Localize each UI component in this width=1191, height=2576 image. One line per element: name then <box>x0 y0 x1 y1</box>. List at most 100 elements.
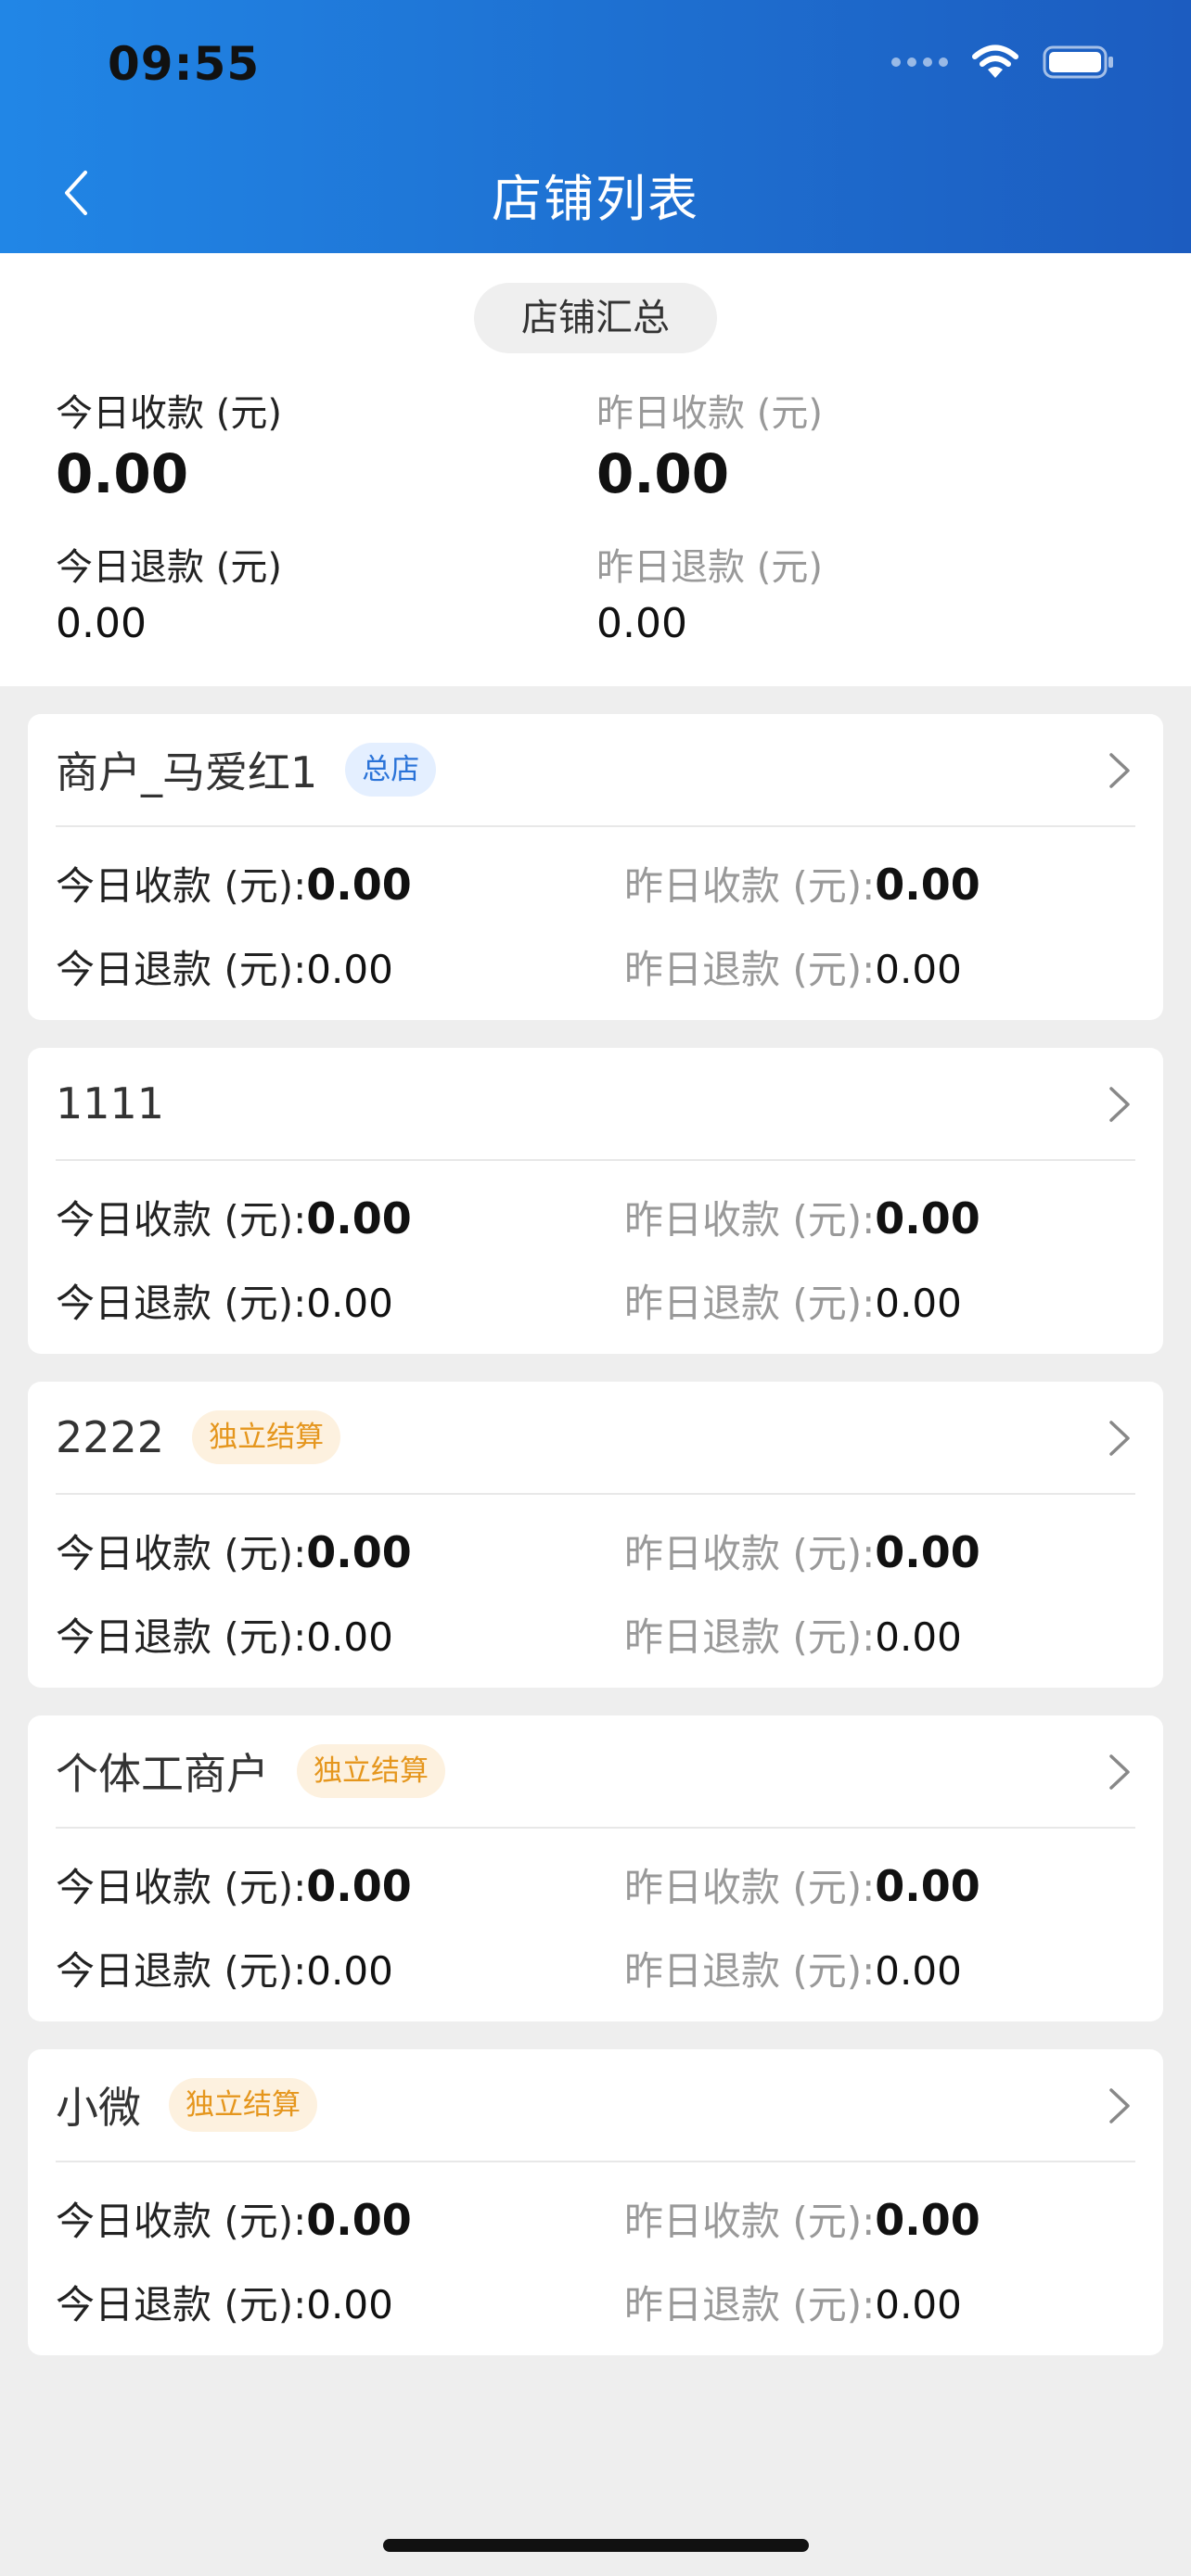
summary-tab[interactable]: 店铺汇总 <box>474 283 717 353</box>
chevron-right-icon <box>1109 2088 1130 2123</box>
today-income-label: 今日收款 (元): <box>56 1865 307 1910</box>
signal-icon <box>891 57 948 67</box>
home-indicator[interactable] <box>383 2539 809 2552</box>
yesterday-refund-label: 昨日退款 (元): <box>624 1948 876 1994</box>
summary-today-income-label: 今日收款 (元) <box>56 392 282 435</box>
summary-today-refund: 今日退款 (元) 0.00 <box>56 537 282 647</box>
status-icons <box>891 45 1115 80</box>
today-income-label: 今日收款 (元): <box>56 1531 307 1576</box>
yesterday-income-row: 昨日收款 (元):0.00 <box>624 855 980 912</box>
store-badge: 总店 <box>345 743 437 797</box>
store-card[interactable]: 小微 独立结算 今日收款 (元):0.00 昨日收款 (元):0.00 今日退款… <box>28 2049 1163 2355</box>
store-badge: 独立结算 <box>192 1410 341 1464</box>
summary-yesterday-income-value: 0.00 <box>596 442 730 505</box>
store-name: 商户_马爱红1 <box>56 747 318 797</box>
header: 09:55 店铺列表 <box>0 0 1191 253</box>
yesterday-income-label: 昨日收款 (元): <box>624 1865 876 1910</box>
store-card[interactable]: 商户_马爱红1 总店 今日收款 (元):0.00 昨日收款 (元):0.00 今… <box>28 714 1163 1020</box>
store-card-header: 小微 独立结算 <box>56 2049 317 2161</box>
yesterday-income-row: 昨日收款 (元):0.00 <box>624 1189 980 1245</box>
yesterday-refund-row: 昨日退款 (元):0.00 <box>624 1272 962 1329</box>
yesterday-refund-value: 0.00 <box>875 2282 962 2327</box>
wifi-icon <box>972 45 1018 80</box>
today-income-label: 今日收款 (元): <box>56 863 307 909</box>
summary-today-refund-label: 今日退款 (元) <box>56 546 282 589</box>
today-refund-label: 今日退款 (元): <box>56 1948 307 1994</box>
store-card-header: 2222 独立结算 <box>56 1382 341 1493</box>
summary-yesterday-refund: 昨日退款 (元) 0.00 <box>596 537 823 647</box>
today-income-value: 0.00 <box>306 2195 412 2245</box>
divider <box>56 1827 1135 1829</box>
status-time: 09:55 <box>108 37 261 91</box>
yesterday-refund-value: 0.00 <box>875 1281 962 1326</box>
battery-icon <box>1043 45 1115 79</box>
yesterday-refund-label: 昨日退款 (元): <box>624 2282 876 2327</box>
today-income-value: 0.00 <box>306 860 412 910</box>
yesterday-refund-label: 昨日退款 (元): <box>624 1281 876 1326</box>
today-refund-row: 今日退款 (元):0.00 <box>56 1940 393 1996</box>
today-income-row: 今日收款 (元):0.00 <box>56 1856 412 1913</box>
store-badge: 独立结算 <box>297 1744 445 1798</box>
today-refund-value: 0.00 <box>306 2282 393 2327</box>
divider <box>56 1493 1135 1495</box>
today-refund-row: 今日退款 (元):0.00 <box>56 1272 393 1329</box>
yesterday-refund-value: 0.00 <box>875 947 962 992</box>
chevron-right-icon <box>1109 1421 1130 1456</box>
store-name: 小微 <box>56 2083 141 2133</box>
today-income-row: 今日收款 (元):0.00 <box>56 2190 412 2247</box>
yesterday-refund-value: 0.00 <box>875 1614 962 1660</box>
summary-yesterday-refund-value: 0.00 <box>596 600 687 647</box>
today-income-row: 今日收款 (元):0.00 <box>56 855 412 912</box>
divider <box>56 825 1135 827</box>
yesterday-income-value: 0.00 <box>875 1861 980 1911</box>
store-card[interactable]: 1111 今日收款 (元):0.00 昨日收款 (元):0.00 今日退款 (元… <box>28 1048 1163 1354</box>
divider <box>56 1159 1135 1161</box>
store-name: 个体工商户 <box>56 1749 269 1799</box>
yesterday-refund-row: 昨日退款 (元):0.00 <box>624 1606 962 1663</box>
yesterday-income-label: 昨日收款 (元): <box>624 863 876 909</box>
today-refund-label: 今日退款 (元): <box>56 1281 307 1326</box>
summary-panel: 店铺汇总 今日收款 (元) 0.00 昨日收款 (元) 0.00 今日退款 (元… <box>0 253 1191 686</box>
today-refund-value: 0.00 <box>306 1281 393 1326</box>
store-card[interactable]: 个体工商户 独立结算 今日收款 (元):0.00 昨日收款 (元):0.00 今… <box>28 1715 1163 2021</box>
today-refund-label: 今日退款 (元): <box>56 1614 307 1660</box>
today-refund-value: 0.00 <box>306 947 393 992</box>
yesterday-income-row: 昨日收款 (元):0.00 <box>624 1523 980 1579</box>
yesterday-income-label: 昨日收款 (元): <box>624 1531 876 1576</box>
summary-today-income: 今日收款 (元) 0.00 <box>56 383 282 505</box>
chevron-right-icon <box>1109 1087 1130 1122</box>
store-card-header: 1111 <box>56 1048 164 1159</box>
today-income-value: 0.00 <box>306 1193 412 1243</box>
yesterday-refund-label: 昨日退款 (元): <box>624 947 876 992</box>
page-title: 店铺列表 <box>492 170 699 228</box>
summary-yesterday-refund-label: 昨日退款 (元) <box>596 546 823 589</box>
summary-today-income-value: 0.00 <box>56 442 189 505</box>
yesterday-income-row: 昨日收款 (元):0.00 <box>624 1856 980 1913</box>
store-name: 2222 <box>56 1412 165 1462</box>
today-income-value: 0.00 <box>306 1861 412 1911</box>
chevron-right-icon <box>1109 1754 1130 1790</box>
yesterday-refund-label: 昨日退款 (元): <box>624 1614 876 1660</box>
today-income-row: 今日收款 (元):0.00 <box>56 1523 412 1579</box>
today-income-label: 今日收款 (元): <box>56 1197 307 1243</box>
today-refund-label: 今日退款 (元): <box>56 947 307 992</box>
yesterday-income-label: 昨日收款 (元): <box>624 1197 876 1243</box>
yesterday-refund-row: 昨日退款 (元):0.00 <box>624 2274 962 2330</box>
store-list-screen: 09:55 店铺列表 店铺汇总 今日收款 (元) 0.00 昨日收款 (元) 0… <box>0 0 1191 2576</box>
store-card-header: 商户_马爱红1 总店 <box>56 714 437 825</box>
store-name: 1111 <box>56 1078 165 1129</box>
summary-yesterday-income-label: 昨日收款 (元) <box>596 392 823 435</box>
store-card[interactable]: 2222 独立结算 今日收款 (元):0.00 昨日收款 (元):0.00 今日… <box>28 1382 1163 1688</box>
yesterday-income-label: 昨日收款 (元): <box>624 2199 876 2244</box>
yesterday-income-value: 0.00 <box>875 860 980 910</box>
yesterday-income-value: 0.00 <box>875 1527 980 1577</box>
store-card-header: 个体工商户 独立结算 <box>56 1715 445 1827</box>
today-income-label: 今日收款 (元): <box>56 2199 307 2244</box>
summary-yesterday-income: 昨日收款 (元) 0.00 <box>596 383 823 505</box>
divider <box>56 2161 1135 2162</box>
today-refund-value: 0.00 <box>306 1614 393 1660</box>
yesterday-income-value: 0.00 <box>875 2195 980 2245</box>
yesterday-refund-value: 0.00 <box>875 1948 962 1994</box>
yesterday-income-row: 昨日收款 (元):0.00 <box>624 2190 980 2247</box>
today-income-row: 今日收款 (元):0.00 <box>56 1189 412 1245</box>
